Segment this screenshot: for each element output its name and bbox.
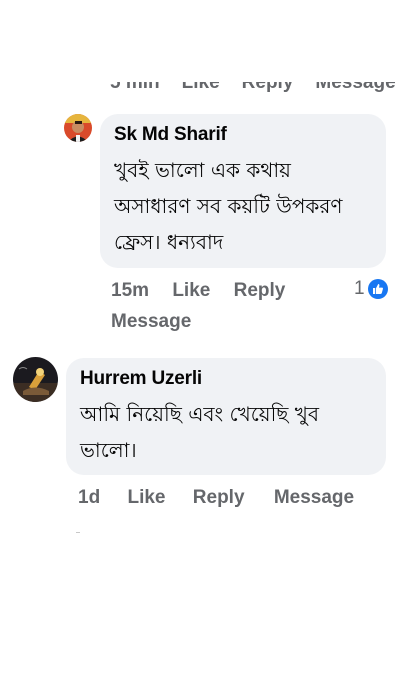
comment-text-line: ভালো। (80, 438, 137, 462)
thumbs-up-icon (367, 279, 388, 299)
like-button[interactable]: Like (127, 487, 165, 509)
avatar-image (64, 114, 92, 142)
comment-actions: 15m Like Reply (111, 280, 371, 302)
reaction-summary[interactable]: 1 (354, 278, 388, 300)
avatar[interactable] (13, 357, 58, 402)
reply-button[interactable]: Reply (193, 487, 245, 509)
comment-time[interactable]: 1d (78, 487, 100, 509)
previous-comment-actions: 5 min Like Reply Message (110, 68, 400, 94)
comment-text-line: আমি নিয়েছি এবং খেয়েছি খুব (80, 402, 320, 426)
scroll-clip (110, 68, 400, 82)
comment-actions-row2: Message (111, 311, 191, 333)
message-button[interactable]: Message (274, 487, 354, 509)
comment-text-line: খুবই ভালো এক কথায় (114, 158, 291, 182)
comment-author[interactable]: Hurrem Uzerli (80, 368, 372, 390)
message-button[interactable]: Message (111, 311, 191, 333)
reply-button[interactable]: Reply (234, 280, 286, 302)
comment-time[interactable]: 15m (111, 280, 149, 302)
comment-text-line: অসাধারণ সব কয়টি উপকরণ (114, 194, 343, 218)
comment-text-line: ফ্রেস। ধন্যবাদ (114, 230, 224, 254)
comments-thread: 5 min Like Reply Message Sk Md Sharif খু… (0, 0, 400, 700)
avatar[interactable] (64, 114, 92, 142)
reaction-count: 1 (354, 278, 365, 299)
divider-mark (76, 532, 80, 533)
comment-author[interactable]: Sk Md Sharif (114, 124, 372, 146)
comment-bubble: Sk Md Sharif খুবই ভালো এক কথায় অসাধারণ … (100, 114, 386, 268)
avatar-image (13, 357, 58, 402)
comment-bubble: Hurrem Uzerli আমি নিয়েছি এবং খেয়েছি খু… (66, 358, 386, 475)
comment-actions: 1d Like Reply Message (78, 487, 378, 509)
like-button[interactable]: Like (172, 280, 210, 302)
